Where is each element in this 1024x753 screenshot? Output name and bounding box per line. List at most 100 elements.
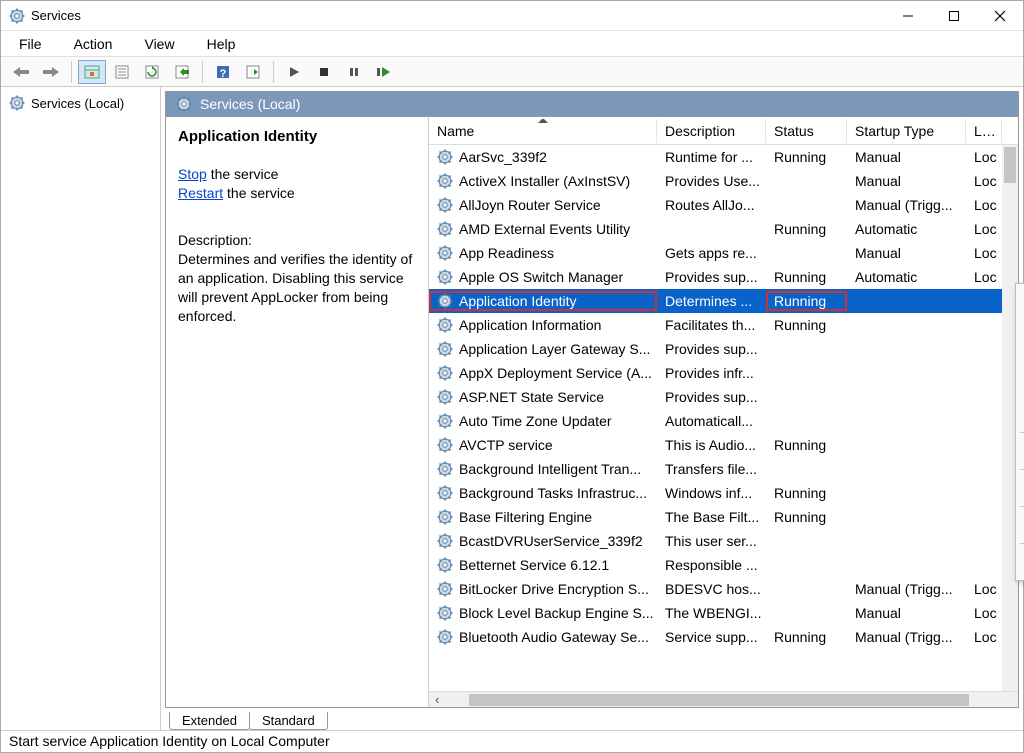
- menu-file[interactable]: File: [13, 34, 48, 54]
- service-icon: [437, 317, 453, 333]
- service-row[interactable]: Application Layer Gateway S...Provides s…: [429, 337, 1018, 361]
- cell-description: Provides infr...: [657, 363, 766, 383]
- service-name-text: Block Level Backup Engine S...: [459, 605, 654, 621]
- cell-startup: [847, 371, 966, 375]
- service-row[interactable]: Auto Time Zone UpdaterAutomaticall...: [429, 409, 1018, 433]
- cell-logon: [966, 491, 1002, 495]
- service-icon: [437, 509, 453, 525]
- action-button[interactable]: [239, 60, 267, 84]
- column-name[interactable]: Name: [429, 119, 657, 143]
- service-row[interactable]: AMD External Events UtilityRunningAutoma…: [429, 217, 1018, 241]
- service-row[interactable]: Apple OS Switch ManagerProvides sup...Ru…: [429, 265, 1018, 289]
- service-row[interactable]: Block Level Backup Engine S...The WBENGI…: [429, 601, 1018, 625]
- export-button[interactable]: [168, 60, 196, 84]
- ctx-properties[interactable]: Properties: [1016, 511, 1024, 539]
- cell-description: [657, 227, 766, 231]
- service-row[interactable]: Background Tasks Infrastruc...Windows in…: [429, 481, 1018, 505]
- ctx-start[interactable]: Start: [1016, 288, 1024, 316]
- ctx-restart[interactable]: Restart: [1016, 400, 1024, 428]
- horizontal-scrollbar[interactable]: ‹: [429, 691, 1018, 707]
- service-row[interactable]: App ReadinessGets apps re...ManualLoc: [429, 241, 1018, 265]
- tab-standard[interactable]: Standard: [249, 712, 328, 730]
- service-name-text: ActiveX Installer (AxInstSV): [459, 173, 630, 189]
- cell-status: Running: [766, 435, 847, 455]
- cell-logon: [966, 419, 1002, 423]
- cell-startup: Manual: [847, 603, 966, 623]
- cell-logon: [966, 323, 1002, 327]
- service-icon: [437, 245, 453, 261]
- stop-service-button[interactable]: [310, 60, 338, 84]
- cell-name: Background Tasks Infrastruc...: [429, 483, 657, 503]
- service-row[interactable]: AppX Deployment Service (A...Provides in…: [429, 361, 1018, 385]
- stop-service-link[interactable]: Stop: [178, 166, 207, 182]
- tab-strip: Extended Standard: [165, 708, 1019, 730]
- service-row[interactable]: Application InformationFacilitates th...…: [429, 313, 1018, 337]
- service-name-text: AarSvc_339f2: [459, 149, 547, 165]
- service-row[interactable]: BitLocker Drive Encryption S...BDESVC ho…: [429, 577, 1018, 601]
- ctx-help[interactable]: Help: [1016, 548, 1024, 576]
- cell-startup: Manual: [847, 243, 966, 263]
- ctx-refresh[interactable]: Refresh: [1016, 474, 1024, 502]
- forward-button[interactable]: [37, 60, 65, 84]
- cell-description: Provides sup...: [657, 339, 766, 359]
- service-icon: [437, 605, 453, 621]
- status-bar: Start service Application Identity on Lo…: [1, 730, 1023, 752]
- cell-startup: [847, 539, 966, 543]
- cell-name: Apple OS Switch Manager: [429, 267, 657, 287]
- ctx-resume[interactable]: Resume: [1016, 372, 1024, 400]
- service-row[interactable]: Background Intelligent Tran...Transfers …: [429, 457, 1018, 481]
- cell-startup: Automatic: [847, 267, 966, 287]
- service-icon: [437, 365, 453, 381]
- pause-service-button[interactable]: [340, 60, 368, 84]
- cell-description: BDESVC hos...: [657, 579, 766, 599]
- service-row[interactable]: ASP.NET State ServiceProvides sup...: [429, 385, 1018, 409]
- tree-node-services-local[interactable]: Services (Local): [1, 91, 160, 115]
- service-name-text: Background Intelligent Tran...: [459, 461, 641, 477]
- cell-status: Running: [766, 483, 847, 503]
- service-row[interactable]: Betternet Service 6.12.1Responsible ...: [429, 553, 1018, 577]
- ctx-pause[interactable]: Pause: [1016, 344, 1024, 372]
- start-service-button[interactable]: [280, 60, 308, 84]
- restart-service-link[interactable]: Restart: [178, 185, 223, 201]
- restart-service-button[interactable]: [370, 60, 398, 84]
- column-startup-type[interactable]: Startup Type: [847, 119, 966, 143]
- column-description[interactable]: Description: [657, 119, 766, 143]
- cell-description: Runtime for ...: [657, 147, 766, 167]
- column-status[interactable]: Status: [766, 119, 847, 143]
- menu-action[interactable]: Action: [68, 34, 119, 54]
- cell-logon: Loc: [966, 603, 1002, 623]
- service-row[interactable]: AllJoyn Router ServiceRoutes AllJo...Man…: [429, 193, 1018, 217]
- service-row[interactable]: Base Filtering EngineThe Base Filt...Run…: [429, 505, 1018, 529]
- ctx-all-tasks[interactable]: All Tasks: [1016, 437, 1024, 465]
- cell-description: The Base Filt...: [657, 507, 766, 527]
- services-icon: [176, 96, 192, 112]
- service-row[interactable]: AarSvc_339f2Runtime for ...RunningManual…: [429, 145, 1018, 169]
- cell-status: [766, 563, 847, 567]
- refresh-button[interactable]: [138, 60, 166, 84]
- maximize-button[interactable]: [931, 1, 977, 30]
- ctx-stop[interactable]: Stop: [1016, 316, 1024, 344]
- tab-extended[interactable]: Extended: [169, 712, 250, 730]
- menu-view[interactable]: View: [138, 34, 180, 54]
- service-row[interactable]: Application IdentityDetermines ...Runnin…: [429, 289, 1018, 313]
- show-hide-tree-button[interactable]: [78, 60, 106, 84]
- service-icon: [437, 461, 453, 477]
- column-logon-as[interactable]: Log: [966, 119, 1002, 143]
- cell-name: Bluetooth Audio Gateway Se...: [429, 627, 657, 647]
- service-row[interactable]: BcastDVRUserService_339f2This user ser..…: [429, 529, 1018, 553]
- cell-name: ASP.NET State Service: [429, 387, 657, 407]
- service-row[interactable]: Bluetooth Audio Gateway Se...Service sup…: [429, 625, 1018, 649]
- service-row[interactable]: AVCTP serviceThis is Audio...Running: [429, 433, 1018, 457]
- svg-text:?: ?: [220, 68, 227, 80]
- properties-button[interactable]: [108, 60, 136, 84]
- description-body: Determines and verifies the identity of …: [178, 250, 416, 326]
- help-button[interactable]: ?: [209, 60, 237, 84]
- back-button[interactable]: [7, 60, 35, 84]
- cell-logon: [966, 539, 1002, 543]
- menu-help[interactable]: Help: [201, 34, 242, 54]
- minimize-button[interactable]: [885, 1, 931, 30]
- service-row[interactable]: ActiveX Installer (AxInstSV)Provides Use…: [429, 169, 1018, 193]
- close-button[interactable]: [977, 1, 1023, 30]
- cell-status: [766, 587, 847, 591]
- service-icon: [437, 629, 453, 645]
